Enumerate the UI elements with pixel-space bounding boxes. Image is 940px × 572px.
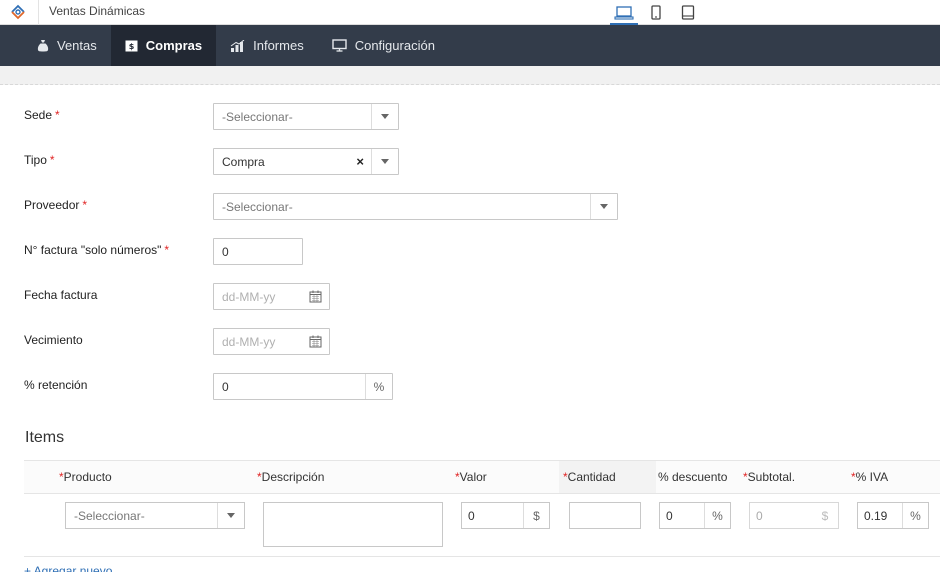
col-valor: *Valor xyxy=(455,470,487,484)
phone-view-icon[interactable] xyxy=(640,0,672,25)
col-descripcion: *Descripción xyxy=(257,470,325,484)
calendar-icon[interactable] xyxy=(309,335,322,351)
currency-addon: $ xyxy=(523,503,549,528)
tablet-view-icon[interactable] xyxy=(672,0,704,25)
valor-input[interactable]: 0 $ xyxy=(461,502,550,529)
chevron-down-icon[interactable] xyxy=(217,503,244,528)
proveedor-label: Proveedor * xyxy=(24,198,88,212)
iva-input[interactable]: 0.19 % xyxy=(857,502,929,529)
receipt-icon: $ xyxy=(125,40,138,51)
percent-addon: % xyxy=(902,503,928,528)
descripcion-textarea[interactable] xyxy=(263,502,443,547)
app-logo-icon[interactable] xyxy=(9,3,27,21)
currency-addon: $ xyxy=(821,508,829,523)
retencion-label: % retención xyxy=(24,378,88,392)
subtotal-input: 0 $ xyxy=(749,502,839,529)
producto-placeholder: -Seleccionar- xyxy=(74,509,145,523)
nav-informes-label: Informes xyxy=(253,38,304,53)
calendar-icon[interactable] xyxy=(309,290,322,306)
fecha-placeholder: dd-MM-yy xyxy=(222,290,276,304)
clear-icon[interactable]: × xyxy=(356,154,364,169)
chart-icon xyxy=(230,39,245,52)
percent-addon: % xyxy=(365,374,392,399)
col-cantidad: *Cantidad xyxy=(563,470,616,484)
nav-informes[interactable]: Informes xyxy=(216,25,318,66)
main-nav: Ventas $ Compras Informes Configuración xyxy=(0,25,940,66)
col-subtotal: *Subtotal. xyxy=(743,470,796,484)
toolbar-strip xyxy=(0,66,940,85)
proveedor-placeholder: -Seleccionar- xyxy=(222,200,293,214)
col-iva: *% IVA xyxy=(851,470,889,484)
producto-select[interactable]: -Seleccionar- xyxy=(65,502,245,529)
factura-value: 0 xyxy=(222,245,229,259)
items-title: Items xyxy=(25,429,65,446)
sede-label: Sede * xyxy=(24,108,60,122)
top-bar: Ventas Dinámicas xyxy=(0,0,940,25)
nav-configuracion-label: Configuración xyxy=(354,38,435,53)
chevron-down-icon[interactable] xyxy=(371,104,398,129)
col-producto: *Producto xyxy=(59,470,112,484)
factura-input[interactable]: 0 xyxy=(213,238,303,265)
table-row: -Seleccionar- 0 $ 0 % 0 $ 0.19 % xyxy=(24,494,940,557)
app-title: Ventas Dinámicas xyxy=(49,4,146,18)
sede-placeholder: -Seleccionar- xyxy=(222,110,293,124)
proveedor-select[interactable]: -Seleccionar- xyxy=(213,193,618,220)
vencimiento-placeholder: dd-MM-yy xyxy=(222,335,276,349)
money-bag-icon xyxy=(37,40,49,52)
device-preview-toggle xyxy=(608,0,704,25)
chevron-down-icon[interactable] xyxy=(590,194,617,219)
vencimiento-label: Vecimiento xyxy=(24,333,83,347)
chevron-down-icon[interactable] xyxy=(371,149,398,174)
tipo-value: Compra xyxy=(222,155,265,169)
cantidad-input[interactable] xyxy=(569,502,641,529)
add-new-item-link[interactable]: + Agregar nuevo xyxy=(24,564,112,572)
nav-configuracion[interactable]: Configuración xyxy=(318,25,449,66)
percent-addon: % xyxy=(704,503,730,528)
nav-compras[interactable]: $ Compras xyxy=(110,25,217,66)
nav-ventas-label: Ventas xyxy=(57,38,97,53)
col-descuento: % descuento xyxy=(658,470,728,484)
tipo-label: Tipo * xyxy=(24,153,55,167)
items-table-header: *Producto *Descripción *Valor *Cantidad … xyxy=(24,460,940,494)
iva-value: 0.19 xyxy=(864,509,888,523)
descuento-value: 0 xyxy=(666,509,673,523)
desktop-view-icon[interactable] xyxy=(608,0,640,25)
nav-ventas[interactable]: Ventas xyxy=(23,25,111,66)
nav-compras-label: Compras xyxy=(145,38,203,53)
sede-select[interactable]: -Seleccionar- xyxy=(213,103,399,130)
valor-value: 0 xyxy=(468,509,475,523)
vencimiento-input[interactable]: dd-MM-yy xyxy=(213,328,330,355)
topbar-divider xyxy=(38,0,39,25)
subtotal-value: 0 xyxy=(756,509,763,523)
retencion-value: 0 xyxy=(222,380,229,394)
tipo-select[interactable]: Compra × xyxy=(213,148,399,175)
factura-label: N° factura "solo números" * xyxy=(24,243,170,257)
descuento-input[interactable]: 0 % xyxy=(659,502,731,529)
monitor-icon xyxy=(332,39,347,52)
svg-text:$: $ xyxy=(128,42,134,51)
retencion-input[interactable]: 0 % xyxy=(213,373,393,400)
fecha-input[interactable]: dd-MM-yy xyxy=(213,283,330,310)
fecha-label: Fecha factura xyxy=(24,288,98,302)
